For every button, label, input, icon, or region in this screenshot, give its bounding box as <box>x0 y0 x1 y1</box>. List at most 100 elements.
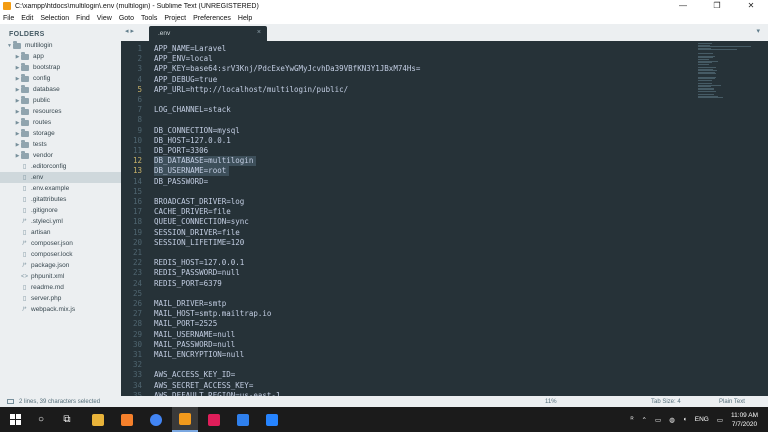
sidebar-file-editorconfig[interactable]: ▯ .editorconfig <box>0 161 121 172</box>
code-line[interactable]: 22 REDIS_HOST=127.0.0.1 <box>121 258 701 268</box>
minimize-button[interactable]: — <box>666 0 700 12</box>
tray-icon[interactable]: ⌃ <box>642 416 647 424</box>
code-line[interactable]: 11 DB_PORT=3306 <box>121 146 701 156</box>
sidebar-folder-app[interactable]: ▶ app <box>0 51 121 62</box>
code-line[interactable]: 19 SESSION_DRIVER=file <box>121 228 701 238</box>
tab-env[interactable]: .env × <box>149 26 267 41</box>
sidebar-file-styleci-yml[interactable]: /* .styleci.yml <box>0 216 121 227</box>
menu-item-goto[interactable]: Goto <box>119 15 134 22</box>
menu-item-tools[interactable]: Tools <box>141 15 157 22</box>
code-line[interactable]: 2 APP_ENV=local <box>121 54 701 64</box>
sidebar-file-composer-json[interactable]: /* composer.json <box>0 238 121 249</box>
tray-icon[interactable]: ENG <box>695 416 709 423</box>
maximize-button[interactable]: ❐ <box>700 0 734 12</box>
taskbar-app-file-explorer[interactable] <box>85 407 111 432</box>
minimap[interactable] <box>698 41 758 101</box>
code-line[interactable]: 3 APP_KEY=base64:srV3Knj/PdcExeYwGMyJcvhD… <box>121 64 701 74</box>
code-line[interactable]: 28 MAIL_PORT=2525 <box>121 319 701 329</box>
menu-item-file[interactable]: File <box>3 15 14 22</box>
code-line[interactable]: 29 MAIL_USERNAME=null <box>121 330 701 340</box>
panel-toggle-icon[interactable] <box>7 399 14 404</box>
sidebar-folder-tests[interactable]: ▶ tests <box>0 139 121 150</box>
code-line[interactable]: 20 SESSION_LIFETIME=120 <box>121 238 701 248</box>
taskbar-app-slack[interactable] <box>201 407 227 432</box>
tab-dropdown-icon[interactable]: ▾ <box>756 27 760 35</box>
sidebar-folder-vendor[interactable]: ▶ vendor <box>0 150 121 161</box>
code-line[interactable]: 12 DB_DATABASE=multilogin <box>121 156 701 167</box>
close-button[interactable]: ✕ <box>734 0 768 12</box>
code-line[interactable]: 31 MAIL_ENCRYPTION=null <box>121 350 701 360</box>
code-line[interactable]: 14 DB_PASSWORD= <box>121 177 701 187</box>
syntax-selector[interactable]: Plain Text <box>719 399 745 405</box>
code-line[interactable]: 6 <box>121 95 701 105</box>
tray-icon[interactable]: ◖ <box>683 416 687 423</box>
tray-icon[interactable]: ▭ <box>717 416 723 424</box>
code-line[interactable]: 25 <box>121 289 701 299</box>
code-line[interactable]: 7 LOG_CHANNEL=stack <box>121 105 701 115</box>
tab-close-icon[interactable]: × <box>257 29 261 36</box>
code-line[interactable]: 24 REDIS_PORT=6379 <box>121 279 701 289</box>
sidebar-file-gitattributes[interactable]: ▯ .gitattributes <box>0 194 121 205</box>
sidebar-file-env[interactable]: ▯ .env <box>0 172 121 183</box>
sidebar-folder-resources[interactable]: ▶ resources <box>0 106 121 117</box>
code-line[interactable]: 23 REDIS_PASSWORD=null <box>121 268 701 278</box>
code-line[interactable]: 8 <box>121 115 701 125</box>
sidebar-folder-routes[interactable]: ▶ routes <box>0 117 121 128</box>
taskbar-app-xampp[interactable] <box>114 407 140 432</box>
sidebar-file-package-json[interactable]: /* package.json <box>0 260 121 271</box>
menu-item-edit[interactable]: Edit <box>21 15 33 22</box>
sidebar-folder-database[interactable]: ▶ database <box>0 84 121 95</box>
code-line[interactable]: 5 APP_URL=http://localhost/multilogin/pub… <box>121 85 701 95</box>
code-line[interactable]: 32 <box>121 360 701 370</box>
code-line[interactable]: 10 DB_HOST=127.0.0.1 <box>121 136 701 146</box>
start-button[interactable] <box>4 407 26 432</box>
sidebar-folder-config[interactable]: ▶ config <box>0 73 121 84</box>
code-line[interactable]: 34 AWS_SECRET_ACCESS_KEY= <box>121 381 701 391</box>
sidebar-folder-storage[interactable]: ▶ storage <box>0 128 121 139</box>
code-editor[interactable]: 1 APP_NAME=Laravel 2 APP_ENV=local 3 APP_KEY=… <box>121 41 768 396</box>
folder-open-icon <box>13 41 21 49</box>
sidebar-folder-bootstrap[interactable]: ▶ bootstrap <box>0 62 121 73</box>
taskbar-app-app-blue[interactable] <box>230 407 256 432</box>
tray-icon[interactable]: ◍ <box>669 416 675 424</box>
code-line[interactable]: 16 BROADCAST_DRIVER=log <box>121 197 701 207</box>
sidebar-file-webpack-mix-js[interactable]: /* webpack.mix.js <box>0 304 121 315</box>
code-line[interactable]: 17 CACHE_DRIVER=file <box>121 207 701 217</box>
code-line[interactable]: 18 QUEUE_CONNECTION=sync <box>121 217 701 227</box>
sidebar-file-artisan[interactable]: ▯ artisan <box>0 227 121 238</box>
code-line[interactable]: 9 DB_CONNECTION=mysql <box>121 126 701 136</box>
sidebar-file-phpunit-xml[interactable]: <> phpunit.xml <box>0 271 121 282</box>
code-line[interactable]: 13 DB_USERNAME=root <box>121 166 701 177</box>
sidebar-item-root-folder[interactable]: ▼ multilogin <box>0 40 121 51</box>
sidebar-file-readme-md[interactable]: ▯ readme.md <box>0 282 121 293</box>
menu-item-view[interactable]: View <box>97 15 112 22</box>
code-line[interactable]: 1 APP_NAME=Laravel <box>121 44 701 54</box>
sidebar-file-env-example[interactable]: ▯ .env.example <box>0 183 121 194</box>
code-line[interactable]: 21 <box>121 248 701 258</box>
tray-icon[interactable]: ᴿ <box>631 416 634 423</box>
code-line[interactable]: 15 <box>121 187 701 197</box>
taskbar-app-chrome[interactable] <box>143 407 169 432</box>
sidebar-file-gitignore[interactable]: ▯ .gitignore <box>0 205 121 216</box>
menu-item-project[interactable]: Project <box>164 15 186 22</box>
code-line[interactable]: 30 MAIL_PASSWORD=null <box>121 340 701 350</box>
code-line[interactable]: 26 MAIL_DRIVER=smtp <box>121 299 701 309</box>
taskbar-clock[interactable]: 11:09 AM 7/7/2020 <box>731 411 758 429</box>
menu-item-preferences[interactable]: Preferences <box>193 15 231 22</box>
taskbar-app-sourcetree[interactable] <box>259 407 285 432</box>
code-line[interactable]: 27 MAIL_HOST=smtp.mailtrap.io <box>121 309 701 319</box>
sidebar-folder-public[interactable]: ▶ public <box>0 95 121 106</box>
tab-nav-arrows[interactable]: ◂ ▸ <box>125 27 134 35</box>
search-icon[interactable]: ○ <box>30 407 52 432</box>
sidebar-file-composer-lock[interactable]: ▯ composer.lock <box>0 249 121 260</box>
tray-icon[interactable]: ▭ <box>655 416 661 424</box>
sidebar-file-server-php[interactable]: ▯ server.php <box>0 293 121 304</box>
taskbar-app-sublime-text[interactable] <box>172 407 198 432</box>
menu-item-help[interactable]: Help <box>238 15 252 22</box>
menu-item-selection[interactable]: Selection <box>40 15 69 22</box>
code-line[interactable]: 33 AWS_ACCESS_KEY_ID= <box>121 370 701 380</box>
task-view-icon[interactable]: ⧉ <box>56 407 78 432</box>
code-line[interactable]: 4 APP_DEBUG=true <box>121 75 701 85</box>
menu-item-find[interactable]: Find <box>76 15 90 22</box>
tab-size-selector[interactable]: Tab Size: 4 <box>651 399 681 405</box>
